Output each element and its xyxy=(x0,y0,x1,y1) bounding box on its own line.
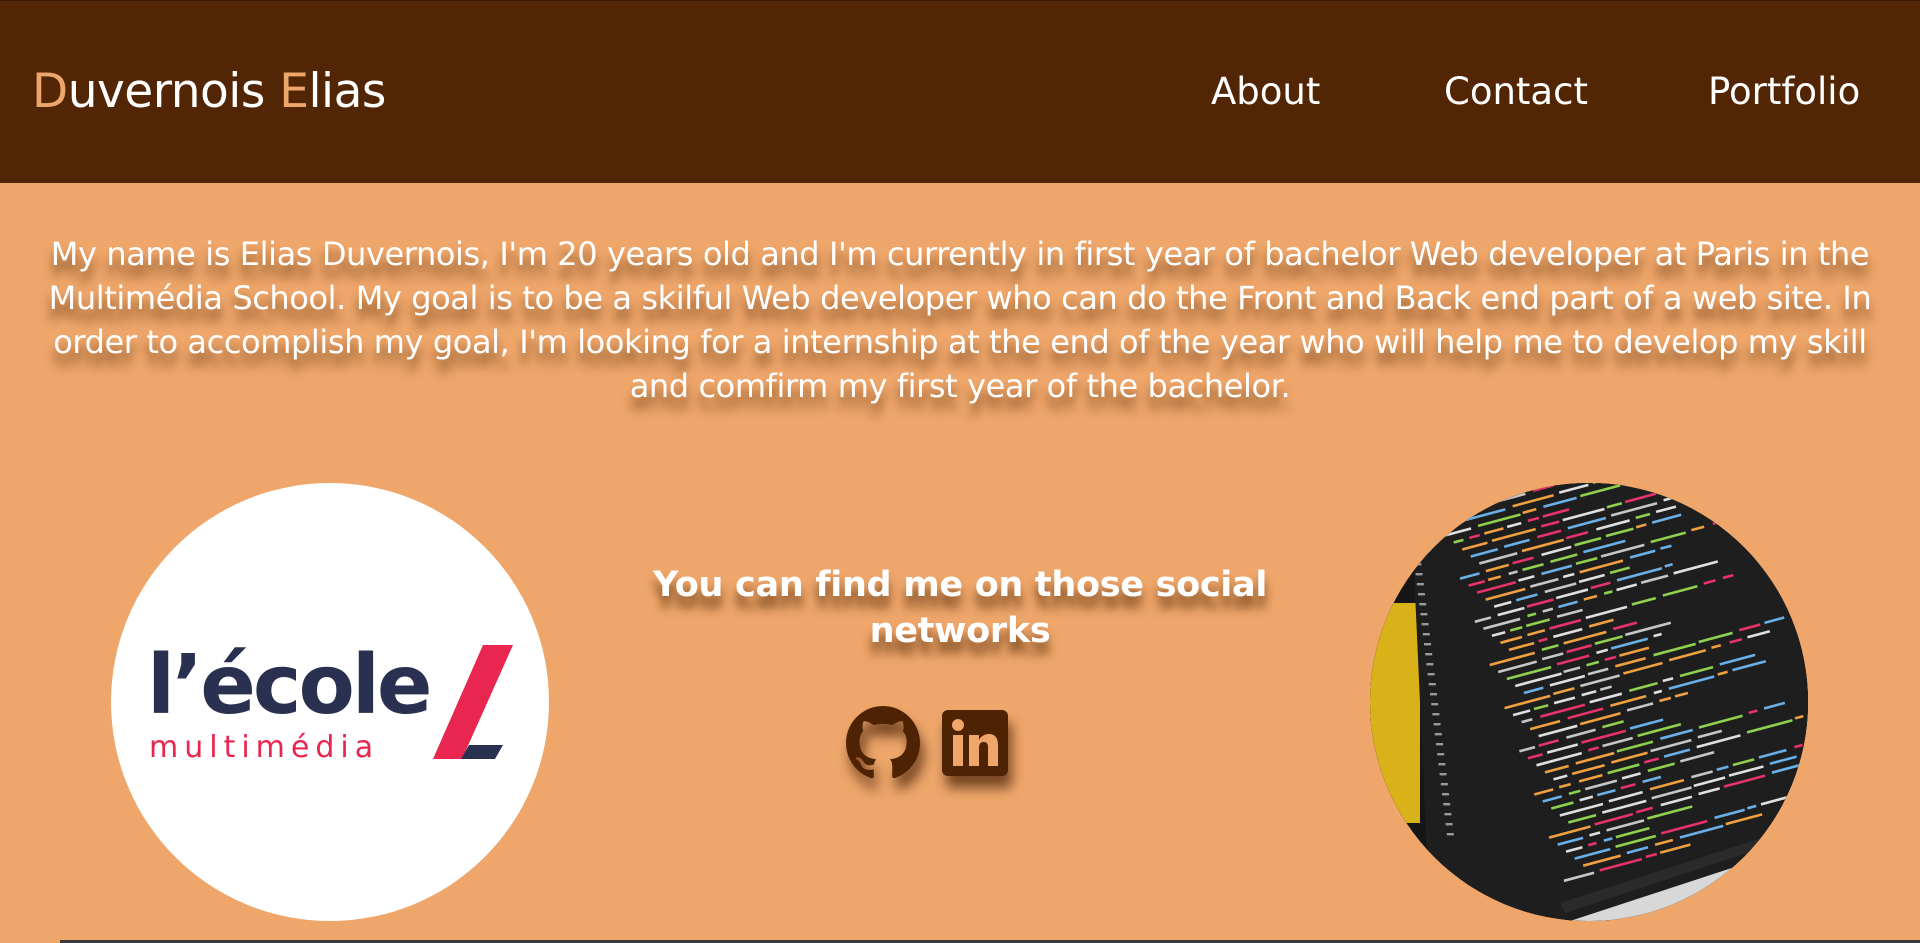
github-icon[interactable] xyxy=(846,706,920,780)
site-brand[interactable]: Duvernois Elias xyxy=(32,63,386,121)
school-logo-image: l’école multimédia xyxy=(111,483,549,921)
logo-sub-text: multimédia xyxy=(149,730,379,765)
linkedin-icon[interactable] xyxy=(942,710,1008,776)
intro-paragraph: My name is Elias Duvernois, I'm 20 years… xyxy=(48,235,1872,405)
logo-red-slash xyxy=(433,645,513,759)
nav-link-about[interactable]: About xyxy=(1211,69,1320,115)
nav-link-portfolio[interactable]: Portfolio xyxy=(1708,69,1860,115)
brand-firstname-rest: lias xyxy=(308,64,386,119)
code-photo-graphic xyxy=(1370,483,1808,921)
logo-main-text: l’école xyxy=(147,638,430,733)
nav-link-contact[interactable]: Contact xyxy=(1444,69,1588,115)
social-networks-heading: You can find me on those social networks xyxy=(652,565,1268,651)
code-screen-photo xyxy=(1370,483,1808,921)
brand-initial-d: D xyxy=(32,64,68,119)
brand-initial-e: E xyxy=(279,64,309,119)
brand-surname-rest: uvernois xyxy=(67,64,280,119)
site-header: Duvernois Elias About Contact Portfolio xyxy=(0,0,1920,183)
ecole-multimedia-logo: l’école multimédia xyxy=(147,638,513,765)
